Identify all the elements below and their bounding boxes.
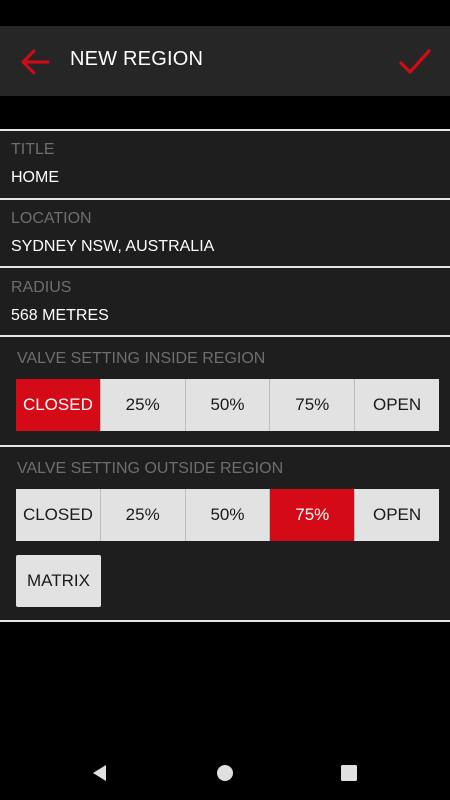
location-field[interactable]: LOCATION SYDNEY NSW, AUSTRALIA	[0, 210, 450, 268]
square-recents-icon[interactable]	[337, 762, 361, 784]
inside-setting-label: VALVE SETTING INSIDE REGION	[17, 350, 266, 367]
outside-option-25[interactable]: 25%	[100, 489, 186, 541]
inside-option-25[interactable]: 25%	[100, 379, 186, 431]
inside-option-open[interactable]: OPEN	[355, 379, 439, 431]
outside-option-50[interactable]: 50%	[185, 489, 271, 541]
outside-option-open[interactable]: OPEN	[355, 489, 439, 541]
divider	[0, 335, 450, 337]
radius-field[interactable]: RADIUS 568 METRES	[0, 279, 450, 337]
inside-valve-selector: CLOSED 25% 50% 75% OPEN	[16, 379, 439, 431]
radius-label: RADIUS	[11, 279, 72, 296]
circle-home-icon[interactable]	[213, 762, 237, 784]
checkmark-icon[interactable]	[398, 46, 432, 78]
divider	[0, 266, 450, 268]
inside-option-75[interactable]: 75%	[270, 379, 356, 431]
location-value: SYDNEY NSW, AUSTRALIA	[11, 238, 215, 255]
page-title: NEW REGION	[70, 48, 204, 70]
inside-option-closed[interactable]: CLOSED	[16, 379, 101, 431]
system-nav-bar	[0, 746, 450, 800]
status-bar	[0, 0, 450, 26]
spacer	[0, 96, 450, 129]
title-label: TITLE	[11, 141, 55, 158]
title-field[interactable]: TITLE HOME	[0, 141, 450, 199]
triangle-back-icon[interactable]	[88, 762, 112, 784]
divider	[0, 198, 450, 200]
title-value: HOME	[11, 169, 59, 186]
outside-option-closed[interactable]: CLOSED	[16, 489, 101, 541]
inside-option-50[interactable]: 50%	[185, 379, 271, 431]
app-bar: NEW REGION	[0, 26, 450, 96]
arrow-left-icon[interactable]	[18, 47, 52, 77]
outside-valve-selector: CLOSED 25% 50% 75% OPEN	[16, 489, 439, 541]
matrix-button[interactable]: MATRIX	[16, 555, 101, 607]
divider	[0, 445, 450, 447]
outside-option-75[interactable]: 75%	[270, 489, 356, 541]
outside-setting-label: VALVE SETTING OUTSIDE REGION	[17, 460, 284, 477]
location-label: LOCATION	[11, 210, 92, 227]
radius-value: 568 METRES	[11, 307, 109, 324]
region-form: TITLE HOME LOCATION SYDNEY NSW, AUSTRALI…	[0, 129, 450, 622]
